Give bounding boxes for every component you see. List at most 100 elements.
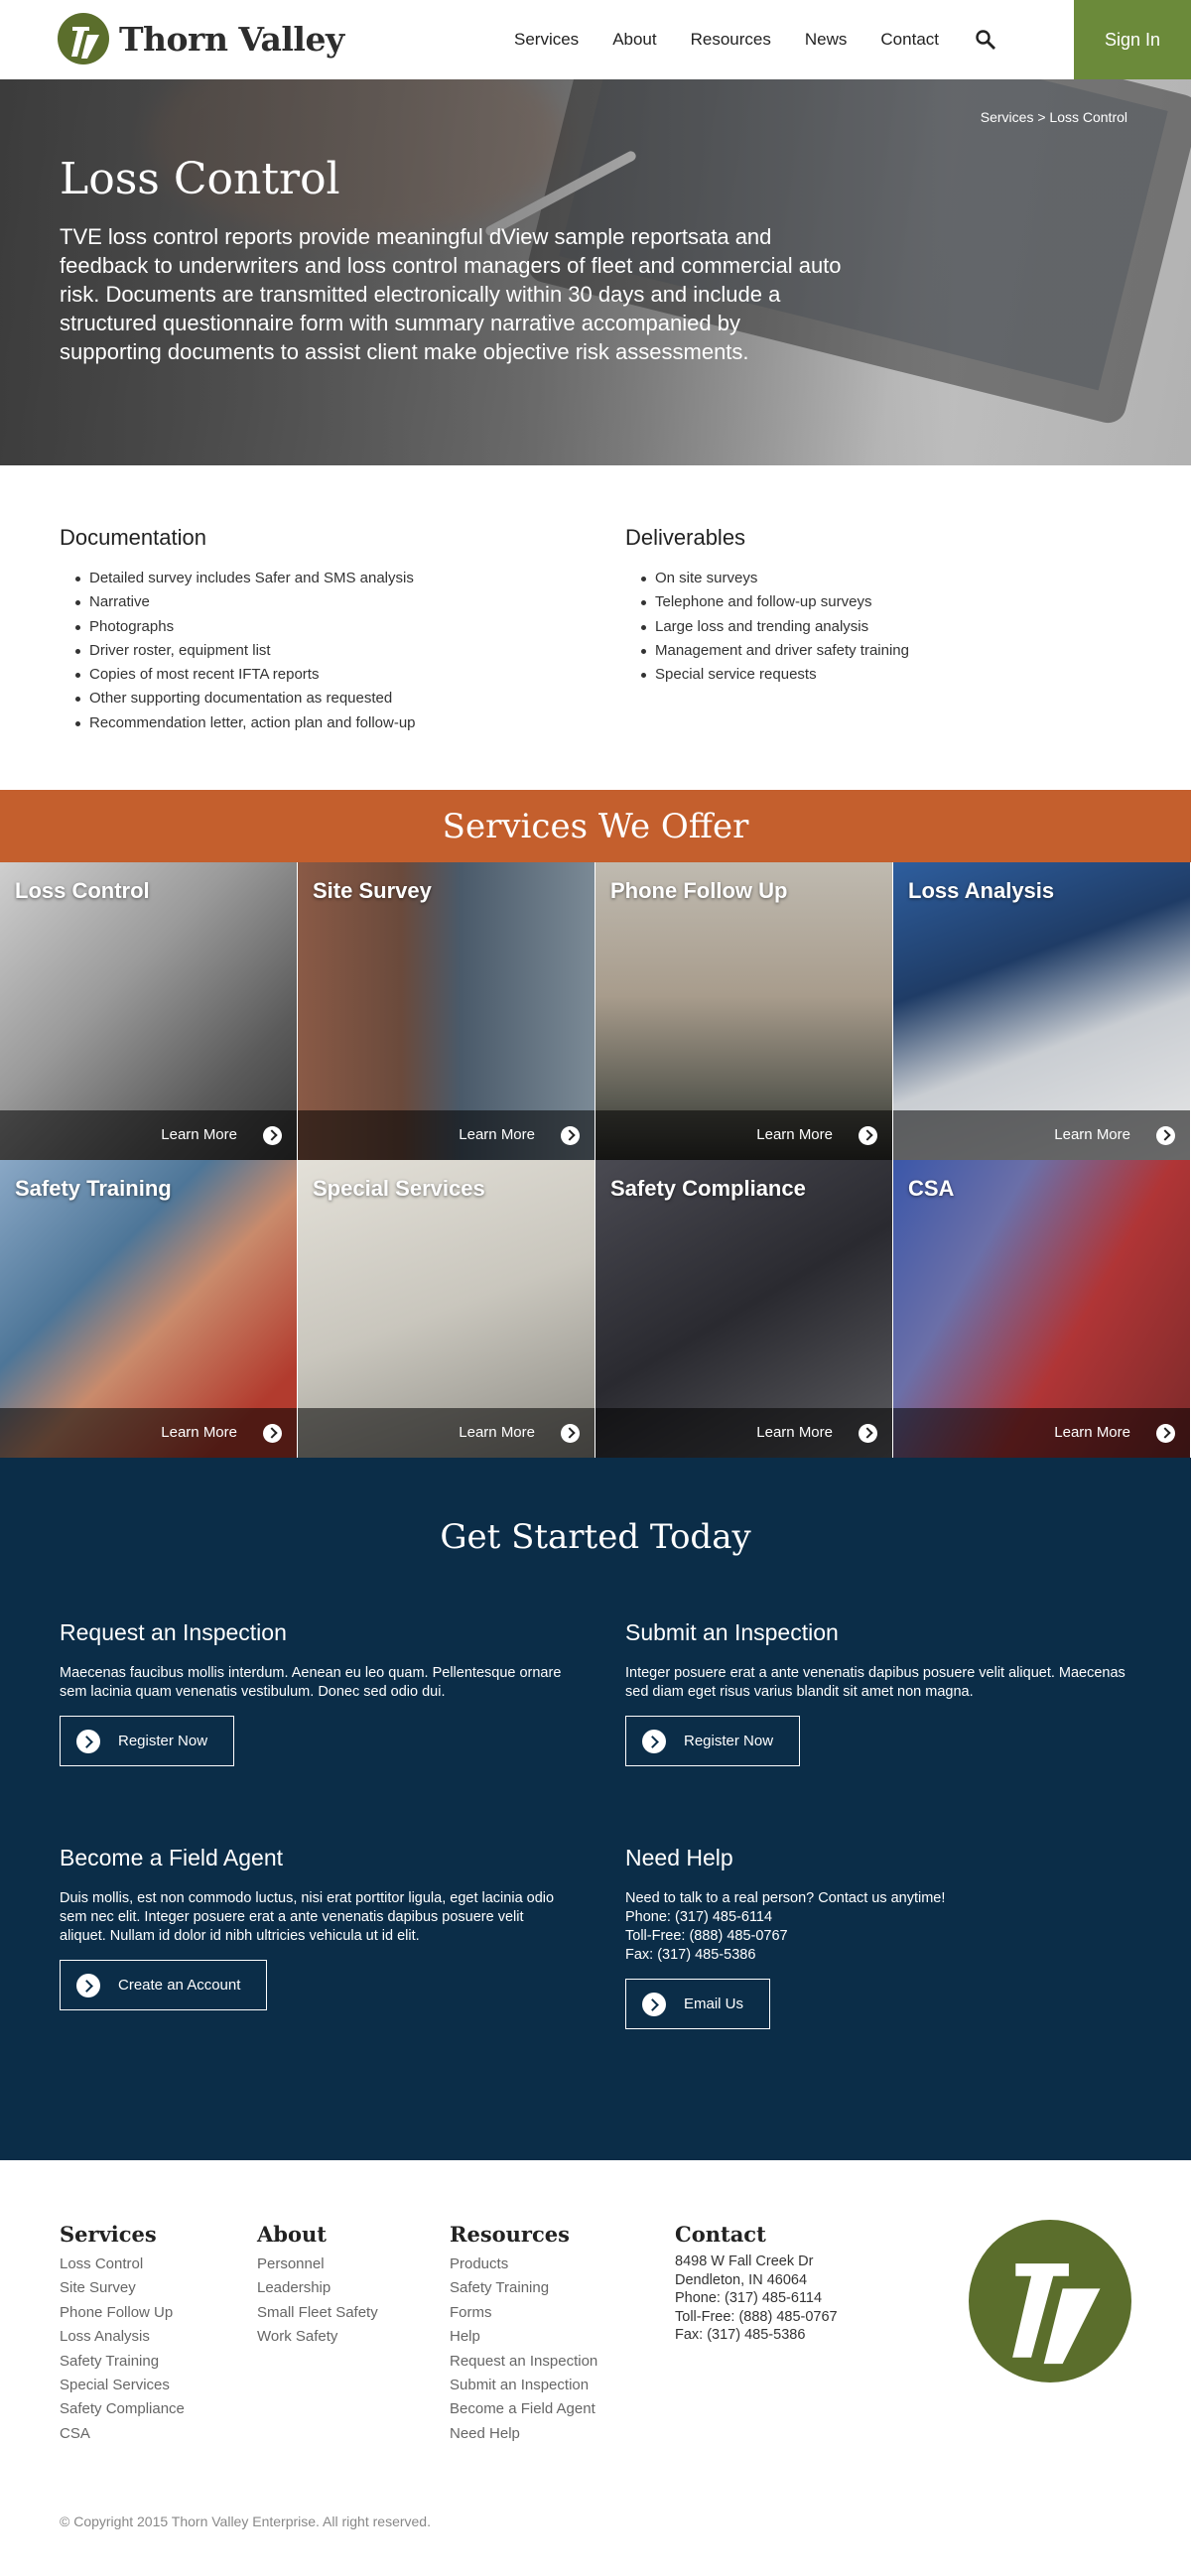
brand-name: Thorn Valley: [119, 19, 344, 59]
contact-toll-free[interactable]: Toll-Free: (888) 485-0767: [675, 2308, 838, 2327]
footer-link[interactable]: Work Safety: [257, 2325, 378, 2349]
learn-more-link[interactable]: Learn More: [756, 1424, 833, 1441]
nav-resources[interactable]: Resources: [691, 30, 771, 50]
search-icon[interactable]: [975, 29, 996, 51]
service-tile-title: Loss Analysis: [908, 878, 1055, 903]
service-tile-loss-analysis[interactable]: Loss Analysis Learn More: [893, 862, 1191, 1160]
arrow-right-icon[interactable]: [1156, 1126, 1175, 1145]
create-account-button[interactable]: Create an Account: [60, 1960, 268, 2010]
footer-link[interactable]: Special Services: [60, 2374, 185, 2397]
service-tile-safety-compliance[interactable]: Safety Compliance Learn More: [596, 1160, 893, 1458]
learn-more-link[interactable]: Learn More: [1054, 1424, 1130, 1441]
arrow-right-icon[interactable]: [859, 1126, 877, 1145]
footer-link[interactable]: Need Help: [450, 2422, 597, 2446]
tile-footer: [298, 1110, 595, 1160]
logo-link[interactable]: Thorn Valley: [58, 13, 344, 64]
footer-link[interactable]: Site Survey: [60, 2276, 185, 2300]
footer-link[interactable]: Submit an Inspection: [450, 2374, 597, 2397]
footer-link[interactable]: Request an Inspection: [450, 2350, 597, 2374]
page-title: Loss Control: [60, 154, 340, 204]
list-item: Special service requests: [625, 663, 909, 687]
service-tile-site-survey[interactable]: Site Survey Learn More: [298, 862, 596, 1160]
service-tile-title: Site Survey: [313, 878, 432, 903]
footer-link[interactable]: Safety Compliance: [60, 2397, 185, 2421]
arrow-right-icon[interactable]: [561, 1126, 580, 1145]
help-fax: Fax: (317) 485-5386: [625, 1947, 756, 1963]
nav-news[interactable]: News: [805, 30, 848, 50]
register-now-button[interactable]: Register Now: [625, 1716, 801, 1766]
list-item: Photographs: [60, 615, 416, 639]
thorn-valley-logo-icon: [58, 13, 109, 64]
footer-link[interactable]: Forms: [450, 2301, 597, 2325]
footer-link[interactable]: Loss Analysis: [60, 2325, 185, 2349]
help-toll-free[interactable]: Toll-Free: (888) 485-0767: [625, 1927, 1131, 1946]
footer-link[interactable]: Leadership: [257, 2276, 378, 2300]
footer-link[interactable]: Small Fleet Safety: [257, 2301, 378, 2325]
need-help-block: Need Help Need to talk to a real person?…: [625, 1845, 1131, 2029]
learn-more-link[interactable]: Learn More: [161, 1424, 237, 1441]
learn-more-link[interactable]: Learn More: [459, 1126, 535, 1143]
footer-heading: Contact: [675, 2222, 766, 2247]
arrow-right-icon: [76, 1973, 100, 1997]
service-tile-phone-follow-up[interactable]: Phone Follow Up Learn More: [596, 862, 893, 1160]
footer-link[interactable]: Personnel: [257, 2253, 378, 2276]
list-item: Recommendation letter, action plan and f…: [60, 711, 416, 735]
arrow-right-icon[interactable]: [263, 1126, 282, 1145]
tile-footer: [298, 1408, 595, 1458]
list-item: Copies of most recent IFTA reports: [60, 663, 416, 687]
learn-more-link[interactable]: Learn More: [756, 1126, 833, 1143]
block-title: Become a Field Agent: [60, 1845, 284, 1870]
services-grid: Loss Control Learn More Site Survey Lear…: [0, 862, 1191, 1458]
list-item: Management and driver safety training: [625, 639, 909, 663]
footer-link[interactable]: Products: [450, 2253, 597, 2276]
arrow-right-icon[interactable]: [859, 1424, 877, 1443]
footer-link[interactable]: Loss Control: [60, 2253, 185, 2276]
footer-link[interactable]: Safety Training: [450, 2276, 597, 2300]
sign-in-button[interactable]: Sign In: [1074, 0, 1191, 79]
help-phone[interactable]: Phone: (317) 485-6114: [625, 1908, 1131, 1927]
learn-more-link[interactable]: Learn More: [161, 1126, 237, 1143]
email-us-button[interactable]: Email Us: [625, 1979, 771, 2029]
list-item: Other supporting documentation as reques…: [60, 687, 416, 710]
footer-link[interactable]: Help: [450, 2325, 597, 2349]
service-tile-title: Safety Compliance: [610, 1176, 806, 1201]
site-footer: Services Loss Control Site Survey Phone …: [0, 2160, 1191, 2576]
documentation-heading: Documentation: [60, 525, 206, 550]
register-now-button[interactable]: Register Now: [60, 1716, 235, 1766]
service-tile-special-services[interactable]: Special Services Learn More: [298, 1160, 596, 1458]
arrow-right-icon: [642, 1729, 666, 1753]
button-label: Email Us: [684, 1996, 744, 2012]
block-text: Integer posuere erat a ante venenatis da…: [625, 1665, 1125, 1700]
contact-phone[interactable]: Phone: (317) 485-6114: [675, 2289, 838, 2308]
list-item: Large loss and trending analysis: [625, 615, 909, 639]
tile-footer: [596, 1408, 892, 1458]
service-tile-title: Loss Control: [15, 878, 150, 903]
breadcrumb[interactable]: Services > Loss Control: [981, 109, 1127, 125]
footer-about: About Personnel Leadership Small Fleet S…: [257, 2222, 378, 2350]
service-tile-csa[interactable]: CSA Learn More: [893, 1160, 1191, 1458]
footer-link[interactable]: Become a Field Agent: [450, 2397, 597, 2421]
footer-link[interactable]: Safety Training: [60, 2350, 185, 2374]
service-tile-title: Special Services: [313, 1176, 485, 1201]
service-tile-loss-control[interactable]: Loss Control Learn More: [0, 862, 298, 1160]
learn-more-link[interactable]: Learn More: [1054, 1126, 1130, 1143]
get-started-heading: Get Started Today: [440, 1517, 751, 1557]
hero-description: TVE loss control reports provide meaning…: [60, 224, 842, 364]
nav-services[interactable]: Services: [514, 30, 579, 50]
nav-about[interactable]: About: [612, 30, 656, 50]
arrow-right-icon[interactable]: [263, 1424, 282, 1443]
arrow-right-icon[interactable]: [561, 1424, 580, 1443]
footer-link[interactable]: CSA: [60, 2422, 185, 2446]
learn-more-link[interactable]: Learn More: [459, 1424, 535, 1441]
arrow-right-icon[interactable]: [1156, 1424, 1175, 1443]
details-section: Documentation Detailed survey includes S…: [0, 465, 1191, 790]
list-item: On site surveys: [625, 567, 909, 590]
nav-contact[interactable]: Contact: [880, 30, 939, 50]
deliverables-heading: Deliverables: [625, 525, 746, 550]
list-item: Narrative: [60, 590, 416, 614]
contact-address-city: Dendleton, IN 46064: [675, 2271, 808, 2288]
list-item: Telephone and follow-up surveys: [625, 590, 909, 614]
footer-link[interactable]: Phone Follow Up: [60, 2301, 185, 2325]
footer-heading: About: [257, 2222, 327, 2247]
service-tile-safety-training[interactable]: Safety Training Learn More: [0, 1160, 298, 1458]
